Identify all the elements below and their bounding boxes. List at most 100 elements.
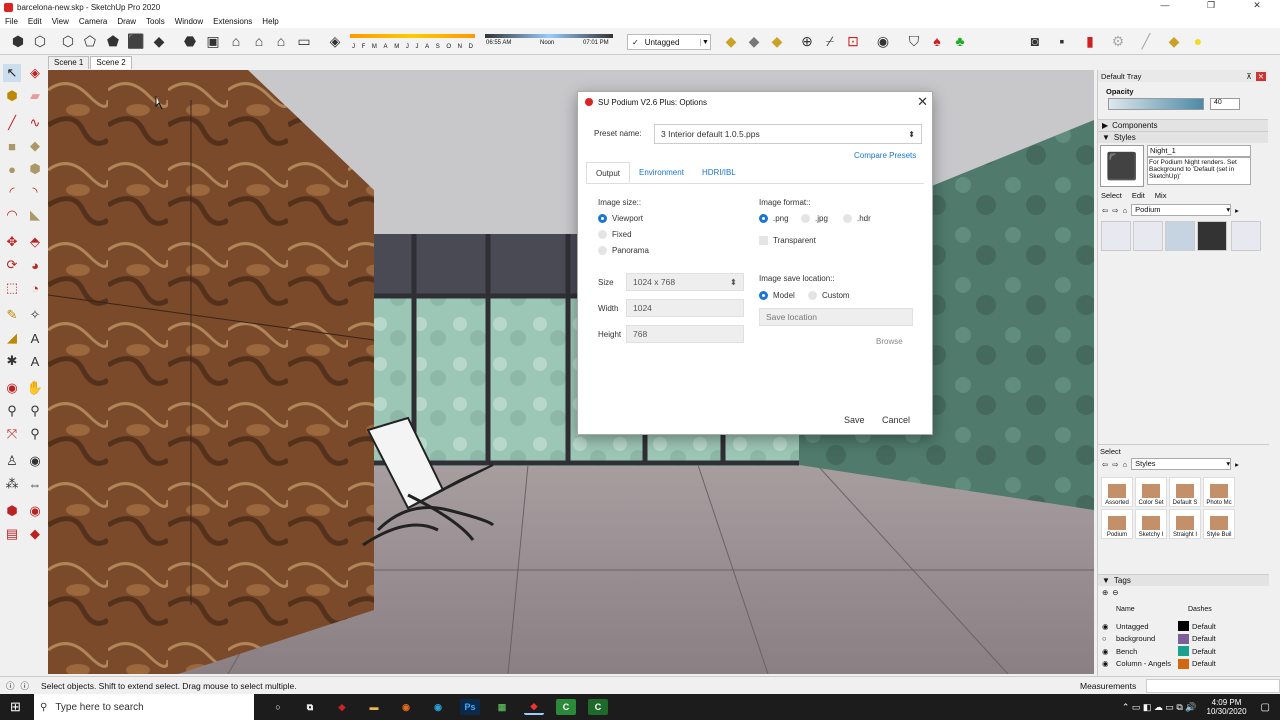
orbit-icon[interactable]: ◉ — [3, 379, 21, 397]
eraser-icon[interactable]: ▰ — [26, 87, 44, 105]
style-name[interactable]: Night_1 — [1147, 145, 1251, 157]
style-folder[interactable]: Default S — [1169, 477, 1201, 507]
component-icon[interactable]: ◆ — [721, 31, 741, 51]
arc3-icon[interactable]: ◠ — [3, 206, 21, 224]
radio-jpg[interactable]: .jpg — [801, 214, 828, 223]
month-timeline[interactable]: J F M A M J J A S O N D — [350, 34, 475, 50]
podium-options-icon[interactable]: ◙ — [1025, 31, 1045, 51]
freehand-icon[interactable]: ∿ — [26, 114, 44, 132]
extension-warehouse-icon[interactable]: ◉ — [26, 502, 44, 520]
move-icon[interactable]: ✥ — [3, 233, 21, 251]
menu-file[interactable]: File — [0, 17, 23, 26]
component-icon[interactable]: ◆ — [767, 31, 787, 51]
maximize-button[interactable]: ❐ — [1188, 0, 1234, 11]
menu-draw[interactable]: Draw — [112, 17, 141, 26]
menu-tools[interactable]: Tools — [141, 17, 170, 26]
polygon-icon[interactable]: ⬢ — [26, 160, 44, 178]
style-description[interactable]: For Podium Night renders. Set Background… — [1147, 157, 1251, 185]
opacity-slider[interactable] — [1108, 98, 1204, 110]
tag-color-swatch[interactable] — [1178, 633, 1189, 644]
tape-measure-icon[interactable]: ✎ — [3, 306, 21, 324]
zoom-extents-icon[interactable]: ⤧ — [3, 425, 21, 443]
edge-icon[interactable]: ◉ — [428, 699, 448, 715]
tab-environment[interactable]: Environment — [630, 162, 693, 183]
menu-window[interactable]: Window — [170, 17, 208, 26]
app-icon[interactable]: ▦ — [492, 699, 512, 715]
forward-icon[interactable]: ⇨ — [1112, 460, 1118, 469]
menu-camera[interactable]: Camera — [74, 17, 112, 26]
sketchup-taskbar-icon[interactable]: ◆ — [524, 699, 544, 715]
style-thumb[interactable] — [1231, 221, 1262, 251]
styles-section[interactable]: ▼ Styles — [1098, 131, 1268, 143]
position-camera-icon[interactable]: ♙ — [3, 452, 21, 470]
menu-help[interactable]: Help — [257, 17, 283, 26]
tab-hdri[interactable]: HDRI/IBL — [693, 162, 745, 183]
protractor-icon[interactable]: ◢ — [3, 329, 21, 347]
remove-tag-icon[interactable]: ⊖ — [1112, 588, 1118, 597]
minimize-button[interactable]: — — [1142, 0, 1188, 11]
arc2-icon[interactable]: ◝ — [26, 183, 44, 201]
transparent-checkbox[interactable]: Transparent — [759, 236, 816, 245]
tray-close-icon[interactable]: ✕ — [1255, 71, 1266, 81]
component-tool-icon[interactable]: ◈ — [26, 64, 44, 82]
styles-collection-select[interactable]: Styles ▾ — [1131, 458, 1232, 470]
style-thumb[interactable] — [1165, 221, 1195, 251]
tab-edit[interactable]: Edit — [1132, 191, 1145, 200]
menu-edit[interactable]: Edit — [23, 17, 47, 26]
back-icon[interactable]: ⇦ — [1102, 206, 1108, 215]
task-view-icon[interactable]: ⧉ — [300, 699, 320, 715]
save-button[interactable]: Save — [844, 415, 865, 425]
tab-select[interactable]: Select — [1101, 191, 1122, 200]
extension-icon[interactable]: ◆ — [1164, 31, 1184, 51]
home-icon[interactable]: ⌂ — [1123, 460, 1128, 469]
solid-tools-icon[interactable]: ⛉ — [904, 31, 924, 51]
cancel-button[interactable]: Cancel — [882, 415, 910, 425]
eye-icon[interactable]: ○ — [1102, 634, 1116, 643]
style-folder[interactable]: Photo Mc — [1203, 477, 1235, 507]
size-select[interactable]: 1024 x 768 ⬍ — [626, 273, 744, 291]
shaded-textures-icon[interactable]: ⬛ — [126, 31, 146, 51]
save-location-input[interactable]: Save location — [759, 308, 913, 326]
tray-icons[interactable]: ⌃ ▭ ◧ ☁ ▭ ⧉ 🔊 — [1122, 702, 1197, 713]
home-icon[interactable]: ⌂ — [1123, 206, 1128, 215]
follow-me-icon[interactable]: ◕ — [26, 256, 44, 274]
photoshop-icon[interactable]: Ps — [460, 699, 480, 715]
details-icon[interactable]: ▸ — [1235, 206, 1239, 215]
radio-png[interactable]: .png — [759, 214, 789, 223]
radio-fixed[interactable]: Fixed — [598, 230, 632, 239]
settings-icon[interactable]: ⚙ — [1108, 31, 1128, 51]
right-view-icon[interactable]: ⌂ — [249, 31, 269, 51]
menu-extensions[interactable]: Extensions — [208, 17, 257, 26]
style-folder[interactable]: Style Buil — [1203, 509, 1235, 539]
top-view-icon[interactable]: ⬣ — [180, 31, 200, 51]
axes-icon[interactable]: ✱ — [3, 352, 21, 370]
back-icon[interactable]: ⇦ — [1102, 460, 1108, 469]
style-folder[interactable]: Sketchy I — [1135, 509, 1167, 539]
hidden-line-icon[interactable]: ⬠ — [80, 31, 100, 51]
tray-scrollbar[interactable] — [1269, 70, 1280, 676]
eye-icon[interactable]: ◉ — [1102, 659, 1116, 668]
pie-icon[interactable]: ◣ — [26, 206, 44, 224]
style-thumb[interactable] — [1133, 221, 1163, 251]
tag-row[interactable]: ○ background Default — [1102, 633, 1262, 646]
firefox-icon[interactable]: ◉ — [396, 699, 416, 715]
height-input[interactable]: 768 — [626, 325, 744, 343]
rotate-icon[interactable]: ⟳ — [3, 256, 21, 274]
style-folder[interactable]: Straight I — [1169, 509, 1201, 539]
extension-icon[interactable]: ▮ — [1080, 31, 1100, 51]
file-explorer-icon[interactable]: ▬ — [364, 699, 384, 715]
circle-icon[interactable]: ● — [3, 160, 21, 178]
eye-icon[interactable]: ◉ — [1102, 622, 1116, 631]
style-thumb[interactable] — [1197, 221, 1227, 251]
style-thumb[interactable] — [1101, 221, 1131, 251]
cortana-icon[interactable]: ○ — [268, 699, 288, 715]
tags-col-name[interactable]: Name — [1116, 606, 1188, 613]
section-plane-icon[interactable]: ⊕ — [797, 31, 817, 51]
windows-start-icon[interactable]: ⊞ — [10, 699, 21, 715]
monochrome-icon[interactable]: ◆ — [149, 31, 169, 51]
tab-output[interactable]: Output — [586, 162, 631, 183]
rectangle-icon[interactable]: ■ — [3, 137, 21, 155]
scale-icon[interactable]: ⬚ — [3, 279, 21, 297]
tag-row[interactable]: ◉ Bench Default — [1102, 645, 1262, 658]
browse-button[interactable]: Browse — [876, 337, 903, 346]
